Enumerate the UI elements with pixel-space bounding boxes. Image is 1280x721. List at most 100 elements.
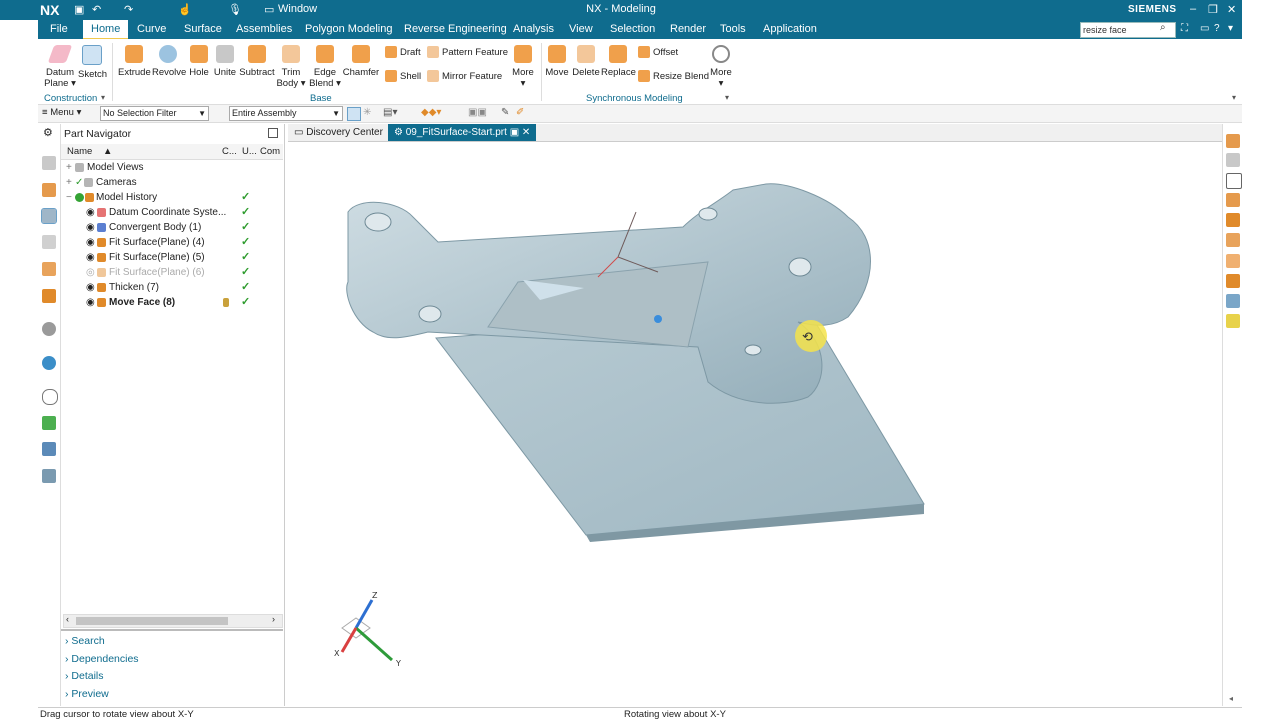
minimize-icon[interactable]: –	[1190, 3, 1196, 15]
ribbon-options-icon[interactable]: ▭	[1200, 23, 1209, 34]
bolt-hole[interactable]	[744, 344, 762, 356]
edit-icon[interactable]: ✐	[516, 107, 524, 118]
chamfer-button[interactable]: Chamfer	[342, 43, 380, 78]
eye-icon[interactable]: ◉	[86, 280, 95, 295]
fullscreen-icon[interactable]: ⛶	[1181, 23, 1188, 34]
tree-row-fit-surface-6[interactable]: ◎ Fit Surface(Plane) (6) ✓	[61, 265, 281, 280]
collapse-icon[interactable]: −	[66, 190, 72, 205]
selection-scope-dropdown[interactable]: Entire Assembly ▼	[229, 106, 343, 121]
column-comment[interactable]: Com	[260, 146, 280, 157]
front-view-icon[interactable]	[1226, 254, 1240, 268]
shaded-with-edges-icon[interactable]	[1226, 134, 1240, 148]
search-icon[interactable]: ⌕	[1160, 22, 1166, 33]
history-palette-icon[interactable]	[42, 322, 56, 336]
tree-row-convergent-body[interactable]: ◉ Convergent Body (1) ✓	[61, 220, 281, 235]
selection-intent-icon[interactable]: ▤▾	[383, 107, 397, 118]
tab-analysis[interactable]: Analysis	[513, 23, 554, 35]
resize-blend-button[interactable]: Resize Blend	[638, 70, 709, 82]
sync-more-button[interactable]: More ▾	[706, 43, 736, 89]
bolt-hole[interactable]	[698, 207, 718, 221]
panel-search[interactable]: › Search	[65, 635, 105, 647]
tab-assemblies[interactable]: Assemblies	[236, 23, 292, 35]
hd3d-tools-icon[interactable]	[42, 262, 56, 276]
tree-row-fit-surface-4[interactable]: ◉ Fit Surface(Plane) (4) ✓	[61, 235, 281, 250]
base-more-button[interactable]: More ▾	[508, 43, 538, 89]
tab-view[interactable]: View	[569, 23, 593, 35]
help-icon[interactable]: ?	[1214, 23, 1220, 34]
panel-details[interactable]: › Details	[65, 670, 104, 682]
panel-dependencies[interactable]: › Dependencies	[65, 653, 139, 665]
horizontal-scrollbar[interactable]: ‹ ›	[63, 614, 283, 628]
sort-ascending-icon[interactable]: ▲	[103, 146, 112, 157]
pencil-icon[interactable]: ✎	[501, 107, 509, 118]
tab-selection[interactable]: Selection	[610, 23, 655, 35]
tab-file[interactable]: File	[50, 23, 68, 35]
revolve-button[interactable]: Revolve	[152, 43, 186, 78]
tree-row-fit-surface-5[interactable]: ◉ Fit Surface(Plane) (5) ✓	[61, 250, 281, 265]
lighting-icon[interactable]	[1226, 314, 1240, 328]
selection-filter-dropdown[interactable]: No Selection Filter ▼	[100, 106, 209, 121]
fit-view-icon[interactable]	[1226, 173, 1242, 189]
scrollbar-thumb[interactable]	[76, 617, 228, 625]
extrude-button[interactable]: Extrude	[118, 43, 151, 78]
move-face-button[interactable]: Move	[543, 43, 571, 78]
eye-icon[interactable]: ◉	[86, 205, 95, 220]
eye-icon[interactable]: ◉	[86, 295, 95, 310]
body-select-icon[interactable]: ▣▣	[468, 107, 487, 118]
bolt-hole[interactable]	[788, 257, 812, 277]
close-icon[interactable]: ✕	[1227, 3, 1236, 16]
clock-icon[interactable]	[42, 389, 58, 405]
tab-discovery-center[interactable]: ▭ Discovery Center	[288, 124, 389, 141]
feature-select-icon[interactable]: ◆◆▾	[421, 107, 441, 118]
tab-reverse-engineering[interactable]: Reverse Engineering	[404, 23, 507, 35]
eye-hidden-icon[interactable]: ◎	[86, 265, 95, 280]
toolbar-overflow-icon[interactable]: ◂	[1229, 694, 1233, 703]
pattern-feature-button[interactable]: Pattern Feature	[427, 46, 508, 58]
section-view-icon[interactable]	[1226, 294, 1240, 308]
tree-row-thicken[interactable]: ◉ Thicken (7) ✓	[61, 280, 281, 295]
scroll-left-icon[interactable]: ‹	[66, 614, 69, 624]
roles-icon[interactable]	[42, 469, 56, 483]
analysis-icon[interactable]	[42, 416, 56, 430]
bolt-hole[interactable]	[364, 212, 392, 232]
trimetric-view-icon[interactable]	[1226, 193, 1240, 207]
mirror-feature-button[interactable]: Mirror Feature	[427, 70, 502, 82]
expand-icon[interactable]: +	[66, 160, 72, 175]
tree-row-datum-csys[interactable]: ◉ Datum Coordinate Syste... ✓	[61, 205, 281, 220]
tab-part-file[interactable]: ⚙ 09_FitSurface-Start.prt ▣ ✕	[388, 124, 537, 141]
subtract-button[interactable]: Subtract	[239, 43, 275, 78]
eye-icon[interactable]: ◉	[86, 235, 95, 250]
process-studio-icon[interactable]	[42, 442, 56, 456]
graphics-window[interactable]: ⟲ Z Y X	[288, 142, 1222, 706]
panel-preview[interactable]: › Preview	[65, 688, 109, 700]
shell-button[interactable]: Shell	[385, 70, 421, 82]
offset-region-button[interactable]: Offset	[638, 46, 678, 58]
isometric-view-icon[interactable]	[1226, 213, 1240, 227]
datum-plane-button[interactable]: Datum Plane ▾	[44, 43, 76, 89]
construction-group-dropdown-icon[interactable]: ▾	[101, 93, 105, 102]
restore-icon[interactable]: ❐	[1208, 3, 1218, 16]
assembly-navigator-icon[interactable]	[42, 156, 56, 170]
trim-body-button[interactable]: Trim Body ▾	[276, 43, 306, 89]
tab-render[interactable]: Render	[670, 23, 706, 35]
tab-application[interactable]: Application	[763, 23, 817, 35]
delete-face-button[interactable]: Delete	[571, 43, 601, 78]
help-dropdown-icon[interactable]: ▾	[1228, 23, 1233, 34]
edge-blend-button[interactable]: Edge Blend ▾	[308, 43, 342, 89]
eye-icon[interactable]: ◉	[86, 220, 95, 235]
ribbon-collapse-icon[interactable]: ▾	[1232, 93, 1236, 102]
select-tool-icon[interactable]	[347, 107, 361, 121]
tree-row-model-views[interactable]: + Model Views	[61, 160, 281, 175]
maximize-icon[interactable]	[268, 128, 278, 138]
web-browser-icon[interactable]	[42, 289, 56, 303]
unite-button[interactable]: Unite	[212, 43, 238, 78]
column-name[interactable]: Name	[67, 146, 92, 157]
hole-button[interactable]: Hole	[186, 43, 212, 78]
part-navigator-icon[interactable]	[41, 208, 57, 224]
tree-row-move-face[interactable]: ◉ Move Face (8) ✓	[61, 295, 281, 310]
tab-close-icon[interactable]: ✕	[522, 127, 530, 138]
top-view-icon[interactable]	[1226, 233, 1240, 247]
expand-icon[interactable]: +	[66, 175, 72, 190]
tab-pin-icon[interactable]: ▣	[510, 127, 519, 138]
model-viewport-svg[interactable]: ⟲ Z Y X	[288, 142, 1222, 706]
